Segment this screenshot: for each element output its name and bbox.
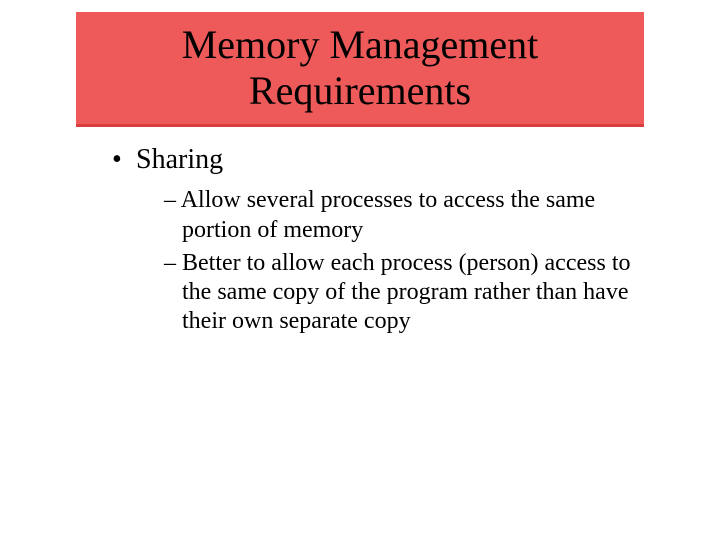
slide-content: •Sharing – Allow several processes to ac… (116, 142, 660, 341)
slide-title: Memory Management Requirements (76, 22, 644, 114)
sub-bullet-list: – Allow several processes to access the … (164, 186, 660, 336)
bullet-label: Sharing (136, 144, 223, 175)
dash-marker: – (164, 250, 182, 276)
slide-title-box: Memory Management Requirements (76, 12, 644, 127)
sub-bullet-text: Better to allow each process (person) ac… (182, 250, 631, 335)
sub-bullet-item: – Better to allow each process (person) … (164, 249, 660, 337)
sub-bullet-text: Allow several processes to access the sa… (181, 187, 596, 242)
sub-bullet-item: – Allow several processes to access the … (164, 186, 660, 245)
bullet-item: •Sharing (116, 142, 660, 178)
bullet-marker: • (112, 142, 136, 178)
dash-marker: – (164, 187, 181, 213)
